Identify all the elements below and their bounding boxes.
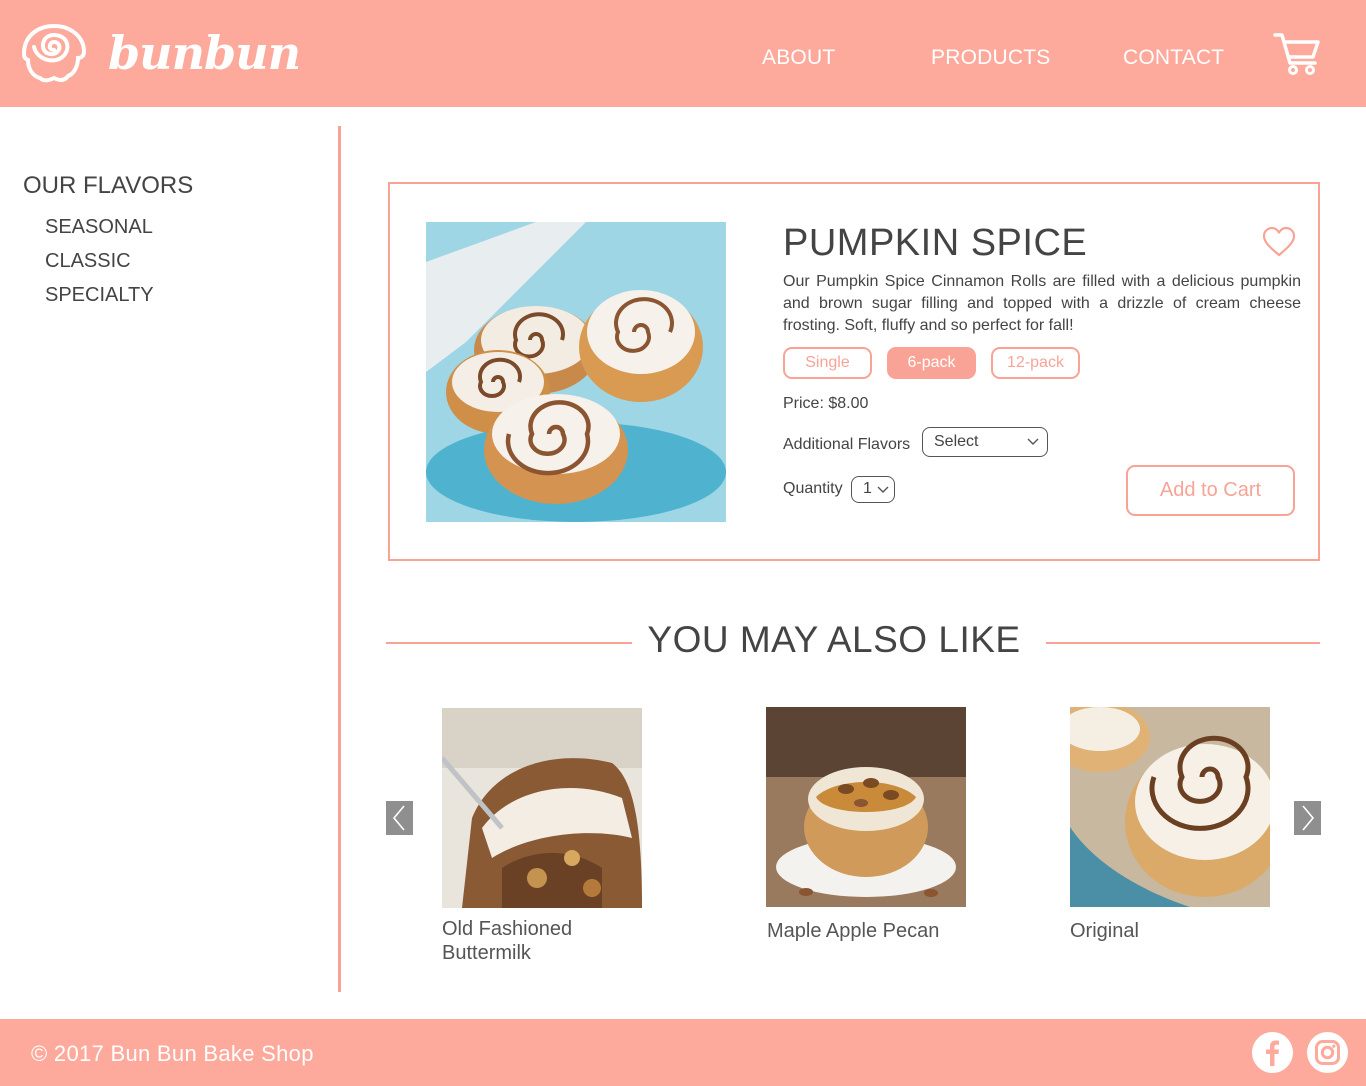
nav-about[interactable]: ABOUT [762, 46, 835, 70]
product-price: Price: $8.00 [783, 395, 869, 412]
recommendation-image-original[interactable] [1070, 707, 1270, 907]
bun-logo-icon[interactable] [18, 20, 90, 86]
copyright-text: © 2017 Bun Bun Bake Shop [31, 1041, 314, 1066]
heart-icon[interactable] [1262, 226, 1296, 258]
header: bunbun ABOUT PRODUCTS CONTACT [0, 0, 1366, 107]
carousel-next-button[interactable] [1294, 801, 1321, 835]
cart-icon[interactable] [1272, 30, 1322, 76]
size-6-pack-button[interactable]: 6-pack [887, 347, 976, 379]
recommendation-name-line: Buttermilk [442, 942, 531, 964]
instagram-icon[interactable] [1307, 1032, 1348, 1073]
sidebar-title: OUR FLAVORS [23, 172, 194, 199]
chevron-down-icon [1027, 438, 1039, 445]
add-to-cart-button[interactable]: Add to Cart [1126, 465, 1295, 516]
nav-products[interactable]: PRODUCTS [931, 46, 1050, 70]
sidebar-item-classic[interactable]: CLASSIC [45, 250, 131, 273]
recommendation-name-line: Old Fashioned [442, 918, 573, 940]
quantity-value: 1 [863, 480, 872, 497]
recommendations-title: YOU MAY ALSO LIKE [647, 619, 1021, 660]
recommendation-name-maple-apple-pecan[interactable]: Maple Apple Pecan [767, 919, 939, 943]
additional-flavors-label: Additional Flavors [783, 436, 911, 453]
recommendation-name-original[interactable]: Original [1070, 919, 1139, 943]
sidebar-divider [338, 126, 341, 992]
recommendation-image-old-fashioned[interactable] [442, 708, 642, 908]
size-single-button[interactable]: Single [783, 347, 872, 379]
chevron-right-icon [1302, 805, 1315, 831]
nav-contact[interactable]: CONTACT [1123, 46, 1224, 70]
carousel-prev-button[interactable] [386, 801, 413, 835]
facebook-icon[interactable] [1252, 1032, 1293, 1073]
brand-name[interactable]: bunbun [108, 26, 301, 80]
recommendation-image-maple-apple-pecan[interactable] [766, 707, 966, 907]
additional-flavors-select[interactable]: Select [922, 427, 1048, 457]
chevron-left-icon [392, 805, 405, 831]
chevron-down-icon [877, 486, 889, 493]
sidebar-item-specialty[interactable]: SPECIALTY [45, 284, 154, 307]
section-divider-left [386, 642, 632, 644]
additional-flavors-value: Select [934, 433, 979, 450]
size-12-pack-button[interactable]: 12-pack [991, 347, 1080, 379]
recommendation-name-old-fashioned[interactable]: Old Fashioned Buttermilk [442, 917, 572, 965]
quantity-select[interactable]: 1 [851, 476, 895, 503]
sidebar-item-seasonal[interactable]: SEASONAL [45, 216, 153, 239]
product-title: PUMPKIN SPICE [783, 222, 1088, 264]
quantity-label: Quantity [783, 480, 843, 497]
product-description: Our Pumpkin Spice Cinnamon Rolls are fil… [783, 273, 1301, 334]
product-image [426, 222, 726, 522]
section-divider-right [1046, 642, 1320, 644]
